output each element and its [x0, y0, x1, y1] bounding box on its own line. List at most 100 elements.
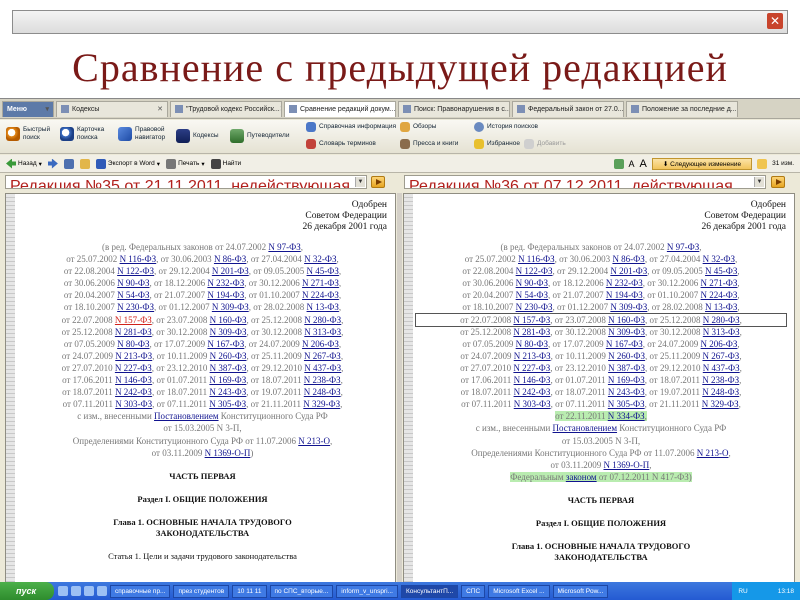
law-link[interactable]: N 86-ФЗ	[612, 254, 644, 264]
print-button[interactable]: Печать ▾	[166, 158, 205, 169]
font-increase-icon[interactable]: A	[640, 158, 647, 170]
law-link[interactable]: N 80-ФЗ	[516, 339, 548, 349]
law-link[interactable]: N 303-ФЗ	[514, 399, 551, 409]
taskbar-item[interactable]: Microsoft Excel ...	[488, 584, 550, 598]
press-books-button[interactable]: Пресса и книги	[400, 139, 458, 149]
left-scrollbar[interactable]	[6, 194, 15, 582]
search-history-button[interactable]: История поисков	[474, 122, 538, 132]
law-link[interactable]: N 260-ФЗ	[608, 351, 645, 361]
law-link[interactable]: N 248-ФЗ	[304, 387, 341, 397]
law-link[interactable]: N 271-ФЗ	[701, 278, 738, 288]
law-link[interactable]: N 213-ФЗ	[514, 351, 551, 361]
law-link[interactable]: N 280-ФЗ	[703, 315, 740, 325]
close-icon[interactable]: ✕	[737, 105, 738, 113]
law-link[interactable]: N 13-ФЗ	[705, 302, 737, 312]
law-link[interactable]: N 238-ФЗ	[304, 375, 341, 385]
law-link[interactable]: N 90-ФЗ	[117, 278, 149, 288]
law-link[interactable]: N 260-ФЗ	[210, 351, 247, 361]
law-link[interactable]: N 194-ФЗ	[207, 290, 244, 300]
law-link[interactable]: N 90-ФЗ	[516, 278, 548, 288]
tab-5[interactable]: Федеральный закон от 27.0...✕	[512, 100, 624, 117]
law-link[interactable]: N 329-ФЗ	[702, 399, 739, 409]
law-link[interactable]: N 86-ФЗ	[214, 254, 246, 264]
law-link[interactable]: N 116-ФЗ	[120, 254, 157, 264]
law-link[interactable]: N 201-ФЗ	[212, 266, 249, 276]
taskbar-item[interactable]: 10 11 11	[232, 584, 267, 598]
law-link[interactable]: N 334-ФЗ	[607, 411, 645, 422]
law-link[interactable]: N 213-О	[298, 436, 330, 446]
law-link[interactable]: N 305-ФЗ	[209, 399, 246, 409]
favorites-button[interactable]: Избранное	[474, 139, 520, 149]
language-indicator[interactable]: RU	[738, 588, 747, 595]
guides-button[interactable]: Путеводители	[230, 129, 289, 143]
law-link[interactable]: N 32-ФЗ	[703, 254, 735, 264]
law-link[interactable]: N 116-ФЗ	[518, 254, 555, 264]
law-link[interactable]: N 248-ФЗ	[702, 387, 739, 397]
law-link[interactable]: N 213-О	[697, 448, 729, 458]
law-link[interactable]: N 238-ФЗ	[702, 375, 739, 385]
export-icon[interactable]	[613, 158, 624, 169]
law-link[interactable]: N 437-ФЗ	[304, 363, 341, 373]
chevron-down-icon[interactable]: ▼	[754, 177, 764, 187]
forward-arrow-icon[interactable]	[47, 158, 58, 169]
law-link[interactable]: N 227-ФЗ	[115, 363, 152, 373]
start-button[interactable]: пуск	[0, 582, 54, 600]
taskbar-item[interactable]: КонсультантП...	[400, 584, 459, 598]
law-link[interactable]: N 167-ФЗ	[207, 339, 244, 349]
law-link[interactable]: Постановлением	[553, 423, 618, 433]
law-link[interactable]: N 313-ФЗ	[304, 327, 341, 337]
law-link[interactable]: N 243-ФЗ	[608, 387, 645, 397]
law-link[interactable]: N 281-ФЗ	[115, 327, 152, 337]
law-link[interactable]: N 305-ФЗ	[608, 399, 645, 409]
taskbar-item[interactable]: inform_v_unspri...	[336, 584, 398, 598]
taskbar-item[interactable]: през студентов	[173, 584, 230, 598]
law-link[interactable]: N 54-ФЗ	[117, 290, 149, 300]
law-link[interactable]: N 230-ФЗ	[516, 302, 553, 312]
tab-0[interactable]: Меню ▾	[2, 100, 54, 117]
law-link[interactable]: N 167-ФЗ	[606, 339, 643, 349]
law-link[interactable]: N 309-ФЗ	[610, 302, 647, 312]
pane-divider[interactable]	[397, 193, 402, 583]
law-link[interactable]: N 146-ФЗ	[115, 375, 152, 385]
law-link[interactable]: N 267-ФЗ	[304, 351, 341, 361]
folder-icon[interactable]	[71, 586, 81, 596]
law-link[interactable]: N 329-ФЗ	[303, 399, 340, 409]
law-link[interactable]: N 227-ФЗ	[513, 363, 550, 373]
tab-4[interactable]: Поиск: Правонарушения в с...✕	[398, 100, 510, 117]
law-link[interactable]: N 213-ФЗ	[115, 351, 152, 361]
law-link[interactable]: N 146-ФЗ	[514, 375, 551, 385]
right-scrollbar[interactable]	[404, 194, 413, 582]
law-link[interactable]: N 97-ФЗ	[667, 242, 699, 252]
law-link[interactable]: N 169-ФЗ	[608, 375, 645, 385]
taskbar-item[interactable]: СПС	[461, 584, 486, 598]
law-link[interactable]: N 157-ФЗ	[115, 315, 152, 325]
close-icon[interactable]: ✕	[767, 13, 783, 29]
law-link[interactable]: N 387-ФЗ	[210, 363, 247, 373]
law-link[interactable]: N 387-ФЗ	[608, 363, 645, 373]
folder-icon[interactable]	[79, 158, 90, 169]
font-decrease-icon[interactable]: A	[629, 159, 635, 169]
codes-button[interactable]: Кодексы	[176, 129, 219, 143]
left-redaction-select[interactable]: Редакция №35 от 21.11.2011, недействующа…	[5, 175, 367, 189]
law-link[interactable]: N 32-ФЗ	[304, 254, 336, 264]
law-link[interactable]: N 1369-О-П	[603, 460, 649, 470]
tab-2[interactable]: "Трудовой кодекс Российск...✕	[170, 100, 282, 117]
right-go-button[interactable]	[771, 176, 785, 188]
chevron-down-icon[interactable]: ▾	[45, 105, 49, 113]
law-link[interactable]: N 281-ФЗ	[513, 327, 550, 337]
reference-info-button[interactable]: Справочная информация	[306, 122, 396, 132]
taskbar-item[interactable]: Microsoft Pow...	[552, 584, 609, 598]
taskbar-item[interactable]: по СПС_вторые...	[269, 584, 334, 598]
law-link[interactable]: законом	[565, 471, 597, 482]
taskbar-item[interactable]: справочные пр...	[110, 584, 171, 598]
save-icon[interactable]	[63, 158, 74, 169]
law-link[interactable]: N 97-ФЗ	[268, 242, 300, 252]
add-button[interactable]: Добавить	[524, 139, 566, 149]
law-link[interactable]: N 160-ФЗ	[608, 315, 645, 325]
law-link[interactable]: N 13-ФЗ	[307, 302, 339, 312]
tab-6[interactable]: Положение за последние д...✕	[626, 100, 738, 117]
law-link[interactable]: N 224-ФЗ	[302, 290, 339, 300]
mail-icon[interactable]	[97, 586, 107, 596]
law-link[interactable]: N 232-ФЗ	[207, 278, 244, 288]
law-link[interactable]: N 169-ФЗ	[209, 375, 246, 385]
